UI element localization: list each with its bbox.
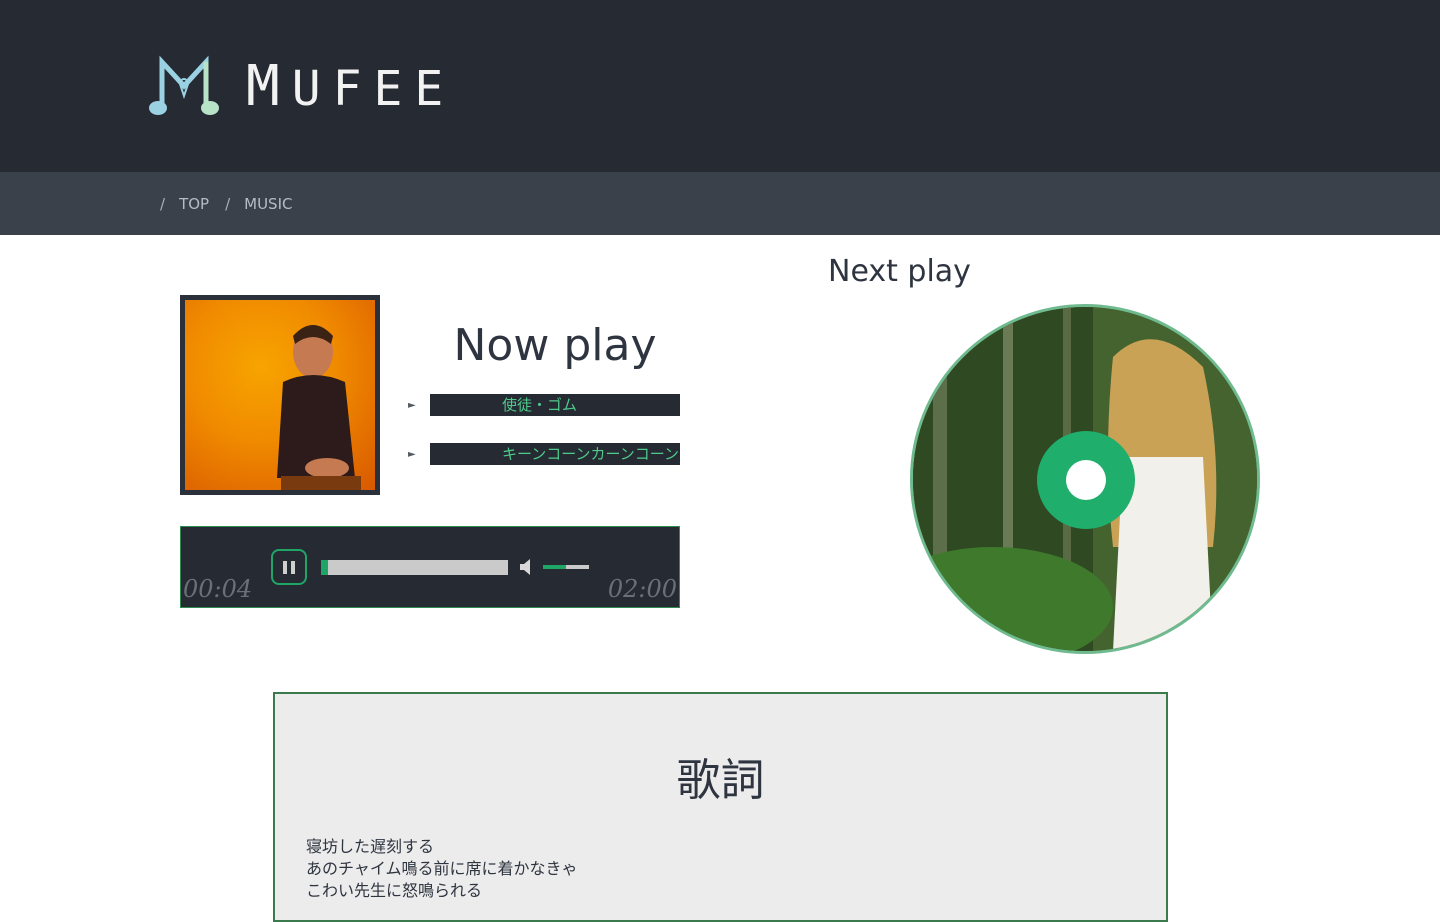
play-arrow-icon: ►: [408, 399, 416, 411]
breadcrumb-link-top[interactable]: TOP: [179, 195, 209, 213]
brand-rest: UFEE: [291, 61, 456, 117]
brand-name[interactable]: MUFEE: [246, 52, 455, 122]
track-title[interactable]: 使徒・ゴム: [430, 394, 680, 416]
lyrics-line: あのチャイム鳴る前に席に着かなきゃ: [306, 859, 578, 878]
lyrics-panel: 歌詞 寝坊した遅刻する あのチャイム鳴る前に席に着かなきゃ こわい先生に怒鳴られ…: [273, 692, 1168, 922]
play-arrow-icon: ►: [408, 448, 416, 460]
next-play-heading: Next play: [828, 254, 971, 289]
now-play-heading: Now play: [453, 320, 657, 371]
next-track-disc[interactable]: [910, 304, 1260, 654]
pause-button[interactable]: [271, 549, 307, 585]
current-time: 00:04: [183, 575, 253, 603]
brand-initial: M: [246, 54, 292, 119]
progress-fill: [321, 560, 329, 575]
total-time: 02:00: [607, 575, 677, 603]
breadcrumb-bar: / TOP / MUSIC: [0, 172, 1440, 235]
artist-photo: [185, 300, 375, 490]
track-item[interactable]: ► 使徒・ゴム: [408, 394, 680, 416]
site-header: MUFEE: [0, 0, 1440, 172]
progress-bar[interactable]: [321, 560, 508, 575]
music-note-logo-icon[interactable]: [148, 52, 220, 120]
breadcrumb-link-music[interactable]: MUSIC: [244, 195, 292, 213]
lyrics-heading: 歌詞: [676, 755, 765, 806]
audio-player: 00:04 02:00: [180, 526, 680, 608]
volume-slider[interactable]: [543, 565, 589, 569]
disc-hole: [1066, 460, 1106, 500]
breadcrumb-separator: /: [225, 194, 231, 213]
breadcrumb-separator: /: [160, 194, 166, 213]
lyrics-text: 寝坊した遅刻する あのチャイム鳴る前に席に着かなきゃ こわい先生に怒鳴られる: [306, 836, 578, 902]
pause-icon: [281, 560, 297, 574]
volume-fill: [543, 565, 566, 569]
track-item[interactable]: ► キーンコーンカーンコーン: [408, 443, 680, 465]
track-title[interactable]: キーンコーンカーンコーン: [430, 443, 680, 465]
breadcrumb: / TOP / MUSIC: [160, 172, 308, 235]
lyrics-line: 寝坊した遅刻する: [306, 837, 435, 856]
volume-icon[interactable]: [519, 557, 535, 577]
album-art: [180, 295, 380, 495]
disc-center-ring: [1037, 431, 1135, 529]
lyrics-line: こわい先生に怒鳴られる: [306, 881, 483, 900]
